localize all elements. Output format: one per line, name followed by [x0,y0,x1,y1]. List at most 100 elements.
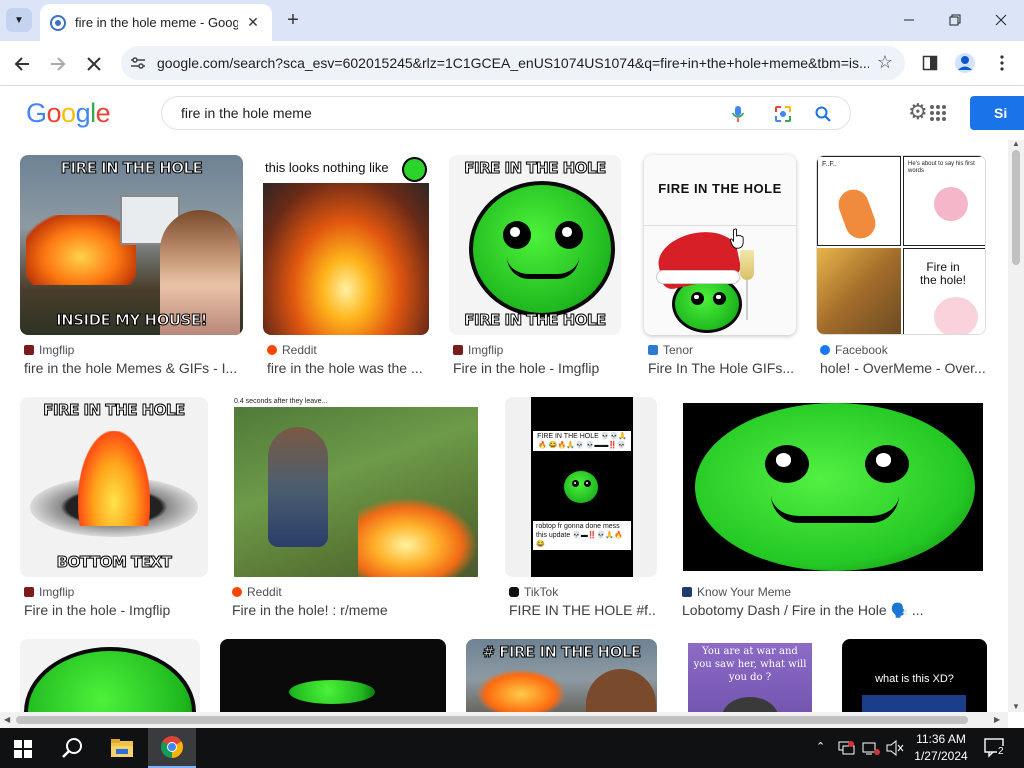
result-source[interactable]: Reddit [232,585,282,599]
result-source[interactable]: Imgflip [24,343,74,357]
notification-center-icon[interactable]: 2 [984,738,1008,761]
restore-button[interactable] [932,0,978,40]
result-title[interactable]: Fire In The Hole GIFs... [648,360,796,376]
result-source[interactable]: Know Your Meme [682,585,791,599]
result-thumbnail[interactable]: FIRE IN THE HOLE [644,155,796,335]
result-thumbnail[interactable]: FIRE IN THE HOLE 💀💀🙏🔥 😂🔥🙏💀 💀▬▬‼️💀 robtop… [505,397,657,577]
taskbar-search-button[interactable] [48,728,96,768]
tray-wifi-icon[interactable] [862,740,880,759]
lens-camera-icon[interactable] [773,104,793,124]
result-title[interactable]: Lobotomy Dash / Fire in the Hole 🗣️ ... [682,602,988,619]
result-source[interactable]: Reddit [267,343,317,357]
result-card[interactable]: 0.4 seconds after they leave... Reddit F… [228,397,484,632]
forward-button[interactable] [44,50,72,78]
tab-search-button[interactable]: ▼ [6,8,32,32]
result-thumbnail[interactable]: You are at war and you saw her, what wil… [682,639,818,712]
result-card[interactable]: # FIRE IN THE HOLE [466,639,657,712]
horizontal-scroll-thumb[interactable] [16,716,968,724]
sign-in-button[interactable]: Si [970,96,1024,130]
result-thumbnail[interactable] [677,397,988,577]
result-thumbnail[interactable] [220,639,446,712]
result-card[interactable] [220,639,446,712]
result-card[interactable] [20,639,200,712]
minimize-button[interactable] [886,0,932,40]
gear-icon[interactable]: ⚙ [908,101,930,123]
apps-grid-icon[interactable] [930,105,946,121]
result-card[interactable]: what is this XD? [842,639,987,712]
result-title[interactable]: Fire in the hole - Imgflip [453,360,621,376]
site-info-icon[interactable] [129,54,147,72]
meme-bottom-text: BOTTOM TEXT [56,553,172,572]
green-face [469,181,615,317]
result-title[interactable]: fire in the hole was the ... [267,360,429,376]
imgflip-icon [24,587,34,597]
result-card[interactable]: F..F.. He's about to say his first words… [816,155,986,390]
result-card[interactable]: FIRE IN THE HOLE Tenor Fire In The Hole … [644,155,796,390]
kebab-menu-icon[interactable] [990,51,1014,75]
video-caption-bottom: robtop fr gonna done mess this update 💀▬… [533,521,631,550]
result-title[interactable]: fire in the hole Memes & GIFs - I... [24,360,243,376]
google-logo[interactable]: Google [26,98,111,129]
address-bar[interactable]: google.com/search?sca_esv=602015245&rlz=… [121,46,905,80]
scroll-left-arrow-icon[interactable]: ◀ [4,715,10,724]
search-icon[interactable] [813,104,833,124]
knowyourmeme-icon [682,587,692,597]
result-source[interactable]: Tenor [648,343,693,357]
result-thumbnail[interactable]: # FIRE IN THE HOLE [466,639,657,712]
result-card[interactable]: FIRE IN THE HOLE FIRE IN THE HOLE Imgfli… [449,155,621,390]
result-title[interactable]: FIRE IN THE HOLE #f... [509,602,657,618]
result-card[interactable]: FIRE IN THE HOLE INSIDE MY HOUSE! Imgfli… [20,155,243,390]
vertical-scrollbar[interactable]: ▲ ▼ [1008,139,1024,712]
taskbar-file-explorer[interactable] [98,728,146,768]
close-tab-icon[interactable]: ✕ [244,14,262,32]
video-caption-top: FIRE IN THE HOLE 💀💀🙏🔥 😂🔥🙏💀 💀▬▬‼️💀 [533,431,631,451]
tenor-icon [648,345,658,355]
hand-cursor-icon [730,228,744,249]
result-card[interactable]: FIRE IN THE HOLE 💀💀🙏🔥 😂🔥🙏💀 💀▬▬‼️💀 robtop… [505,397,657,632]
side-panel-icon[interactable] [918,51,942,75]
tray-network-icon[interactable] [838,740,856,759]
result-title[interactable]: Fire in the hole! : r/meme [232,602,484,618]
result-thumbnail[interactable]: 0.4 seconds after they leave... [228,397,484,577]
result-thumbnail[interactable]: F..F.. He's about to say his first words… [816,155,986,335]
taskbar-clock[interactable]: 11:36 AM 1/27/2024 [906,731,976,765]
scroll-right-arrow-icon[interactable]: ▶ [994,715,1000,724]
result-thumbnail[interactable]: FIRE IN THE HOLE INSIDE MY HOUSE! [20,155,243,335]
close-window-button[interactable] [978,0,1024,40]
windows-start-icon[interactable] [14,740,32,758]
result-card[interactable]: You are at war and you saw her, what wil… [682,639,818,712]
back-button[interactable] [8,50,36,78]
result-thumbnail[interactable]: what is this XD? [842,639,987,712]
tray-chevron-up-icon[interactable]: ⌃ [816,740,825,753]
profile-avatar-icon[interactable] [953,51,977,75]
scroll-up-arrow-icon[interactable]: ▲ [1012,139,1020,148]
vertical-scroll-thumb[interactable] [1012,150,1020,265]
result-source[interactable]: Imgflip [453,343,503,357]
minimize-icon [904,19,914,21]
stop-loading-button[interactable] [80,50,108,78]
result-thumbnail[interactable]: FIRE IN THE HOLE FIRE IN THE HOLE [449,155,621,335]
taskbar-chrome[interactable] [148,728,196,768]
result-card[interactable]: FIRE IN THE HOLE BOTTOM TEXT Imgflip Fir… [20,397,208,632]
search-input[interactable]: fire in the hole meme [161,96,851,130]
result-title[interactable]: Fire in the hole - Imgflip [24,602,208,618]
scroll-down-arrow-icon[interactable]: ▼ [1012,702,1020,711]
green-face-icon [402,157,427,182]
bookmark-star-icon[interactable]: ☆ [877,52,893,73]
meme-top-text: You are at war and you saw her, what wil… [693,646,807,683]
new-tab-button[interactable]: + [282,9,304,31]
result-source[interactable]: Facebook [820,343,888,357]
result-source[interactable]: TikTok [509,585,558,599]
result-card[interactable]: this looks nothing like Reddit fire in t… [263,155,429,390]
result-source[interactable]: Imgflip [24,585,74,599]
horizontal-scrollbar[interactable]: ◀ ▶ [0,712,1008,728]
result-thumbnail[interactable] [20,639,200,712]
microphone-icon[interactable] [728,104,748,124]
tray-volume-muted-icon[interactable] [886,739,904,759]
green-face [695,403,975,571]
result-card[interactable]: Know Your Meme Lobotomy Dash / Fire in t… [677,397,988,632]
result-thumbnail[interactable]: this looks nothing like [263,155,429,335]
result-title[interactable]: hole! - OverMeme - Over... [820,360,986,376]
tab-active[interactable]: fire in the hole meme - Google ✕ [40,4,272,41]
result-thumbnail[interactable]: FIRE IN THE HOLE BOTTOM TEXT [20,397,208,577]
